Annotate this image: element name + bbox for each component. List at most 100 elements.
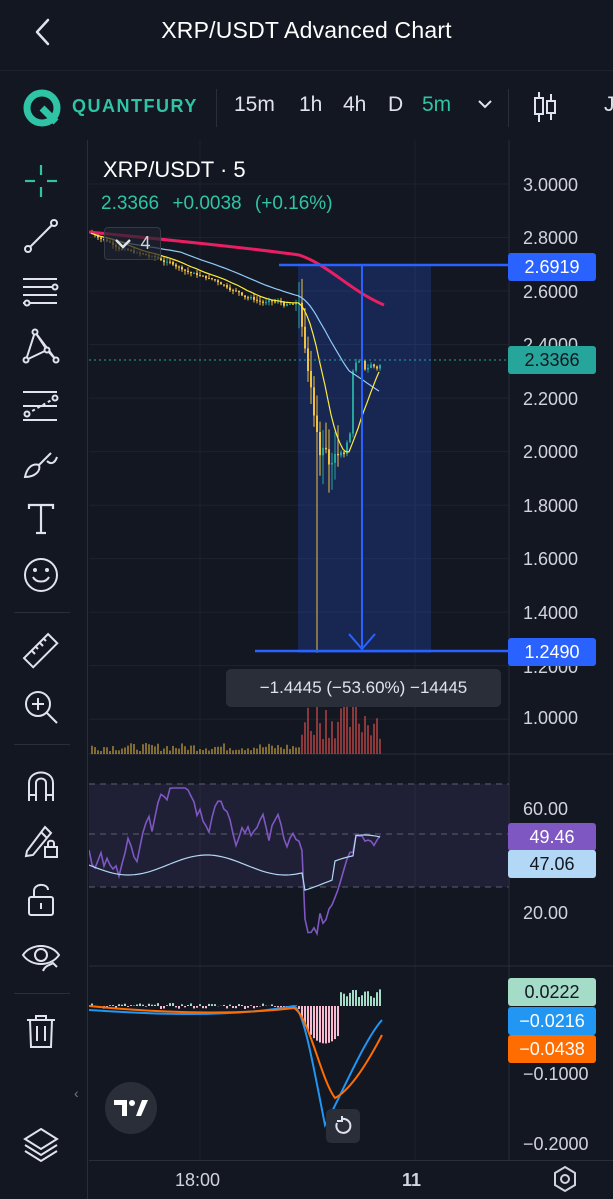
emoji-tool-button[interactable] [20,554,62,596]
volume-bar [130,743,132,754]
candle-body [292,303,294,305]
price-axis-label: 1.6000 [523,549,579,569]
rsi-axis-label: 20.00 [523,903,569,923]
volume-bar [295,747,297,754]
hide-drawings-button[interactable] [20,934,62,976]
brush-tool-button[interactable] [20,442,62,484]
symbol-legend[interactable]: XRP/USDT · 5 [103,157,246,183]
ohlc-legend: 2.3366 +0.0038 (+0.16%) [101,193,341,215]
candlestick-icon[interactable] [532,89,558,125]
macd-histogram-bar [238,1004,240,1006]
eye-icon [21,945,61,972]
measure-tool-button[interactable] [20,630,62,672]
volume-bar [217,746,219,754]
volume-bar [211,748,213,754]
rsi-band [89,784,510,887]
volume-bar [286,744,288,754]
macd-histogram-bar [211,1004,213,1006]
macd-histogram-bar [358,997,360,1006]
settings-icon[interactable] [550,1164,580,1194]
collapse-sidebar-button[interactable]: ‹ [74,1085,79,1101]
chevron-down-icon[interactable] [476,95,494,113]
macd-histogram-bar [256,1006,258,1008]
volume-bar [331,721,333,754]
macd-histogram-bar [214,1004,216,1006]
volume-bar [367,725,369,754]
trash-icon [27,1015,55,1048]
macd-histogram-bar [181,1004,183,1006]
macd-histogram-bar [223,1004,225,1006]
candle-body [226,285,228,288]
volume-bar [220,746,222,754]
macd-histogram-bar [157,1003,159,1006]
macd-axis-label: −0.1000 [523,1064,589,1084]
time-axis[interactable]: 18:00 11 [89,1160,613,1199]
macd-histogram-bar [208,1003,210,1006]
more-timeframes-button[interactable]: J [604,93,613,117]
volume-bar [244,750,246,754]
brush-icon [23,452,58,479]
timeframe-d[interactable]: D [388,93,403,117]
volume-bar [169,750,171,754]
volume-bar [175,748,177,754]
prediction-icon [23,391,59,421]
lock-drawings-button[interactable] [20,820,62,862]
volume-bar [172,745,174,754]
volume-bar [370,735,372,754]
macd-histogram-bar [379,989,381,1006]
remove-drawings-button[interactable] [20,1010,62,1052]
candle-body [316,415,318,432]
candle-body [229,287,231,291]
candle-body [214,279,216,281]
volume-bar [268,743,270,754]
reset-icon [335,1116,352,1134]
zoom-tool-button[interactable] [20,686,62,728]
pattern-icon [22,328,60,364]
drawing-tools-sidebar: ‹ [0,140,88,1199]
macd-histogram-bar [352,989,354,1006]
macd-histogram-bar [331,1006,333,1042]
candle-body [199,275,201,277]
macd-histogram-bar [325,1006,327,1044]
timeframe-5m[interactable]: 5m [422,93,451,117]
candle-body [220,282,222,285]
macd-histogram-bar [172,1003,174,1006]
volume-bar [307,707,309,754]
indicators-toggle-button[interactable]: 4 [104,227,161,260]
candle-body [232,290,234,292]
text-tool-button[interactable] [20,498,62,540]
volume-bar [94,747,96,754]
macd-histogram-bar [346,996,348,1006]
prediction-tool-button[interactable] [20,385,62,427]
macd-histogram-bar [196,1006,198,1008]
object-tree-button[interactable] [20,1124,62,1166]
macd-histogram-bar [193,1006,195,1009]
tradingview-logo-button[interactable] [105,1082,157,1134]
chart-area[interactable]: XRP/USDT · 5 2.3366 +0.0038 (+0.16%) 4 3… [89,140,613,1160]
candle-body [268,300,270,303]
volume-bar [97,750,99,754]
pattern-tool-button[interactable] [20,325,62,367]
timeframe-1h[interactable]: 1h [299,93,322,117]
candle-body [286,303,288,306]
price-axis-label: 1.4000 [523,603,579,623]
candle-body [178,266,180,268]
timeframe-15m[interactable]: 15m [234,93,275,117]
magnet-button[interactable] [20,764,62,806]
unlock-button[interactable] [20,878,62,920]
reset-chart-button[interactable] [326,1109,360,1143]
volume-bar [253,747,255,754]
candle-body [223,284,225,286]
volume-bar [364,716,366,754]
macd-histogram-bar [343,993,345,1006]
volume-bar [118,750,120,754]
fib-tool-button[interactable] [20,270,62,312]
crosshair-tool-button[interactable] [20,160,62,202]
volume-bar [133,744,135,754]
timeframe-4h[interactable]: 4h [343,93,366,117]
trend-line-tool-button[interactable] [20,215,62,257]
emoji-icon [24,558,58,592]
macd-histogram-bar [271,1004,273,1006]
volume-bar [187,749,189,754]
volume-bar [208,750,210,754]
